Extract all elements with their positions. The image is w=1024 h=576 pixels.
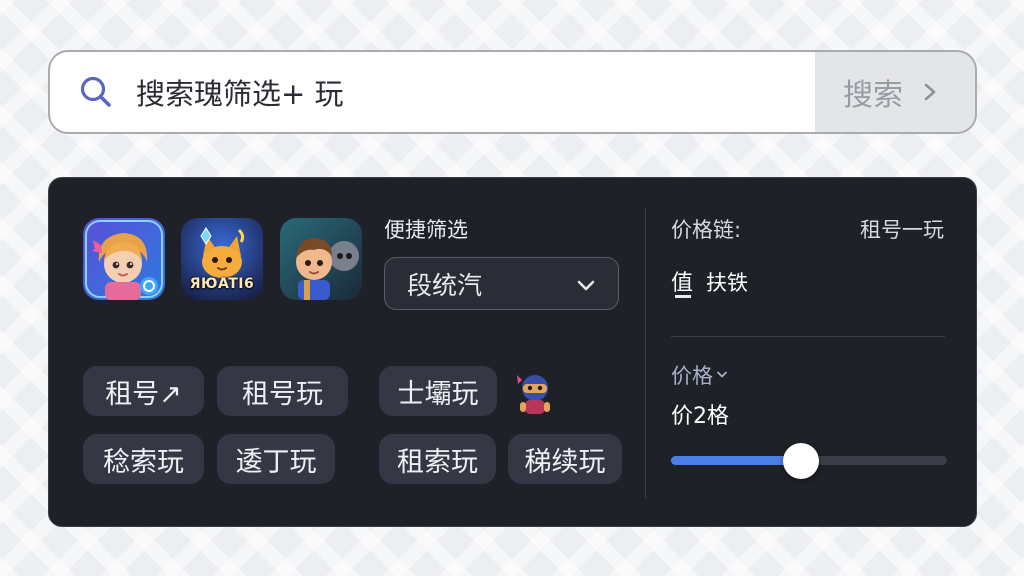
ninja-avatar-icon [514,370,556,418]
price-chain-value[interactable]: 租号一玩 [860,214,944,244]
price-value: 价2格 [671,404,729,429]
search-field[interactable]: 搜索瑰筛选+ 玩 [50,52,815,132]
price-sort-toggle[interactable]: 价格 [671,360,728,390]
dropdown-selected: 段统汽 [407,270,483,300]
price-slider-fill [671,456,801,465]
filter-dropdown[interactable]: 段统汽 [384,257,619,310]
chevron-down-icon [716,371,728,379]
chip-tag[interactable]: 租号玩 [217,366,348,416]
game-icon-caption: ЯЮATI6 [189,276,255,292]
search-icon [78,74,114,110]
price-slider[interactable] [671,443,947,479]
chevron-down-icon [576,269,596,298]
chip-tag[interactable]: 逶丁玩 [217,434,335,484]
game-icon-fox[interactable]: ЯЮATI6 [181,218,263,300]
chip-tag[interactable]: 士壩玩 [379,366,497,416]
value-text: 扶铁 [706,271,748,295]
price-chain-label: 价格链: [671,218,742,242]
chip-tag[interactable]: 稊续玩 [508,434,622,484]
price-slider-thumb[interactable] [782,443,819,479]
search-button[interactable]: 搜索 [815,52,975,132]
section-divider [671,336,945,337]
search-input[interactable]: 搜索瑰筛选+ 玩 [136,71,344,113]
game-icon-hero[interactable] [280,218,362,300]
value-label[interactable]: 值 [671,265,693,297]
search-bar: 搜索瑰筛选+ 玩 搜索 [48,50,977,134]
filter-panel: ЯЮATI6 便捷筛选 段统汽 租号↗ 租号玩 士壩玩 稔索玩 逶丁玩 租索玩 … [48,177,977,527]
panel-divider [645,208,646,498]
chip-tag[interactable]: 稔索玩 [83,434,204,484]
game-icon-girl[interactable] [83,218,165,300]
price-toggle-label: 价格 [671,364,713,388]
search-button-label: 搜索 [843,78,903,113]
chip-tag[interactable]: 租索玩 [379,434,496,484]
value-underline [675,295,691,298]
chevron-right-icon [923,83,941,101]
filter-title: 便捷筛选 [384,218,468,242]
chip-tag[interactable]: 租号↗ [83,366,204,416]
